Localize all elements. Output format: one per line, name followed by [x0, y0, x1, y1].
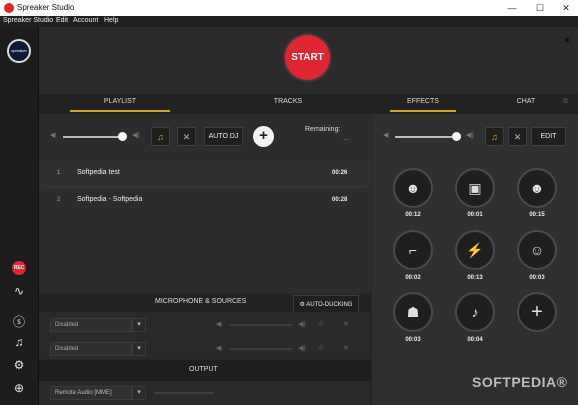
source-volume-icon: ◀ — [216, 345, 222, 352]
tab-tracks[interactable]: TRACKS — [238, 98, 338, 105]
source-volume-high-icon: ◀) — [298, 345, 306, 352]
source-select[interactable]: Disabled — [50, 342, 132, 356]
bell-icon[interactable]: ♪ — [455, 292, 495, 332]
effect-duration: 00:01 — [467, 212, 483, 218]
softpedia-watermark: SOFTPEDIA® — [472, 374, 568, 390]
remaining-label: Remaining: — [305, 126, 341, 133]
source-volume-icon: ◀ — [216, 321, 222, 328]
popout-icon[interactable]: ⧉ — [563, 98, 568, 106]
gun-icon[interactable]: ⌐ — [393, 230, 433, 270]
fx-volume-low-icon: ◀ — [383, 132, 389, 139]
fx-volume-high-icon: ◀) — [466, 132, 474, 139]
music-icon[interactable]: ♫ — [11, 334, 27, 350]
settings-icon[interactable]: ⚙ — [11, 357, 27, 373]
source-mute-icon[interactable]: ✕ — [343, 344, 349, 352]
effect-duration: 00:15 — [529, 212, 545, 218]
gear-icon: ⚙ — [299, 302, 305, 308]
fx-headphones-icon[interactable]: ♫ — [485, 127, 504, 146]
effect-duration: 00:12 — [405, 212, 421, 218]
chevron-down-icon[interactable]: ▾ — [132, 342, 146, 356]
lightning-icon[interactable]: ⚡ — [455, 230, 495, 270]
mute-icon[interactable]: ✕ — [177, 127, 196, 146]
add-track-button[interactable]: + — [253, 126, 274, 147]
microphone-title: MICROPHONE & SOURCES — [155, 298, 247, 305]
chevron-down-icon[interactable]: ▾ — [132, 386, 146, 400]
output-level-track — [155, 392, 213, 394]
effect-duration: 00:04 — [467, 337, 483, 343]
tab-effects-indicator — [390, 110, 456, 112]
output-device-select[interactable]: Remote Audio [MME] — [50, 386, 132, 400]
waveform-icon[interactable]: ∿ — [11, 283, 27, 299]
remaining-value: ... — [343, 135, 349, 142]
source-volume-high-icon: ◀) — [298, 321, 306, 328]
row-title: Softpedia test — [77, 169, 120, 176]
autodj-button[interactable]: AUTO DJ — [204, 127, 243, 146]
tab-chat[interactable]: CHAT — [500, 98, 552, 105]
tab-playlist-indicator — [70, 110, 170, 112]
menu-help[interactable]: Help — [104, 17, 118, 24]
effects-volume-track[interactable] — [395, 136, 457, 138]
spy-icon[interactable]: ☗ — [393, 292, 433, 332]
row-title: Softpedia - Softpedia — [77, 196, 143, 203]
laugh-icon[interactable]: ☺ — [517, 230, 557, 270]
chevron-down-icon[interactable]: ▾ — [132, 318, 146, 332]
menu-edit[interactable]: Edit — [56, 17, 68, 24]
minimize-button[interactable]: — — [499, 1, 525, 15]
playlist-volume-knob[interactable] — [118, 132, 127, 141]
fx-mute-icon[interactable]: ✕ — [508, 127, 527, 146]
effect-duration: 00:03 — [405, 337, 421, 343]
source-volume-track[interactable] — [230, 348, 292, 350]
tab-playlist[interactable]: PLAYLIST — [70, 98, 170, 105]
volume-low-icon: ◀ — [50, 132, 56, 139]
effects-volume-knob[interactable] — [452, 132, 461, 141]
menu-spreaker-studio[interactable]: Spreaker Studio — [3, 17, 53, 24]
edit-effects-button[interactable]: EDIT — [531, 127, 566, 146]
source-volume-track[interactable] — [230, 324, 292, 326]
menu-account[interactable]: Account — [73, 17, 98, 24]
window-title: Spreaker Studio — [17, 3, 75, 12]
effect-duration: 00:03 — [529, 275, 545, 281]
source-select[interactable]: Disabled — [50, 318, 132, 332]
add-effect-icon[interactable]: + — [517, 292, 557, 332]
user-avatar[interactable]: spreaker — [7, 39, 31, 63]
applause-icon[interactable]: ☻ — [393, 168, 433, 208]
row-number: 1 — [57, 170, 61, 176]
row-duration: 00:28 — [332, 197, 348, 203]
playlist-volume-track[interactable] — [63, 136, 121, 138]
lifebuoy-icon[interactable]: ⊕ — [11, 380, 27, 396]
tab-effects[interactable]: EFFECTS — [390, 98, 456, 105]
source-headphones-icon[interactable]: ♫ — [318, 344, 323, 351]
effect-duration: 00:13 — [467, 275, 483, 281]
headphones-icon[interactable]: ♫ — [151, 127, 170, 146]
app-logo-icon — [4, 3, 14, 13]
row-number: 2 — [57, 197, 61, 203]
camera-icon[interactable]: ▣ — [455, 168, 495, 208]
rec-icon[interactable]: REC — [12, 261, 26, 275]
skype-icon[interactable]: ⓢ — [11, 314, 27, 330]
window-titlebar — [0, 0, 578, 17]
row-duration: 00:26 — [332, 170, 348, 176]
effect-duration: 00:02 — [405, 275, 421, 281]
maximize-button[interactable]: ☐ — [527, 1, 553, 15]
source-mute-icon[interactable]: ✕ — [343, 320, 349, 328]
autoducking-label: AUTO-DUCKING — [306, 302, 353, 308]
close-button[interactable]: ✕ — [553, 1, 578, 15]
source-headphones-icon[interactable]: ♫ — [318, 320, 323, 327]
status-dot — [565, 38, 569, 42]
crowd-icon[interactable]: ☻ — [517, 168, 557, 208]
start-button[interactable]: START — [285, 35, 330, 80]
volume-high-icon: ◀) — [132, 132, 140, 139]
output-title: OUTPUT — [189, 366, 218, 373]
